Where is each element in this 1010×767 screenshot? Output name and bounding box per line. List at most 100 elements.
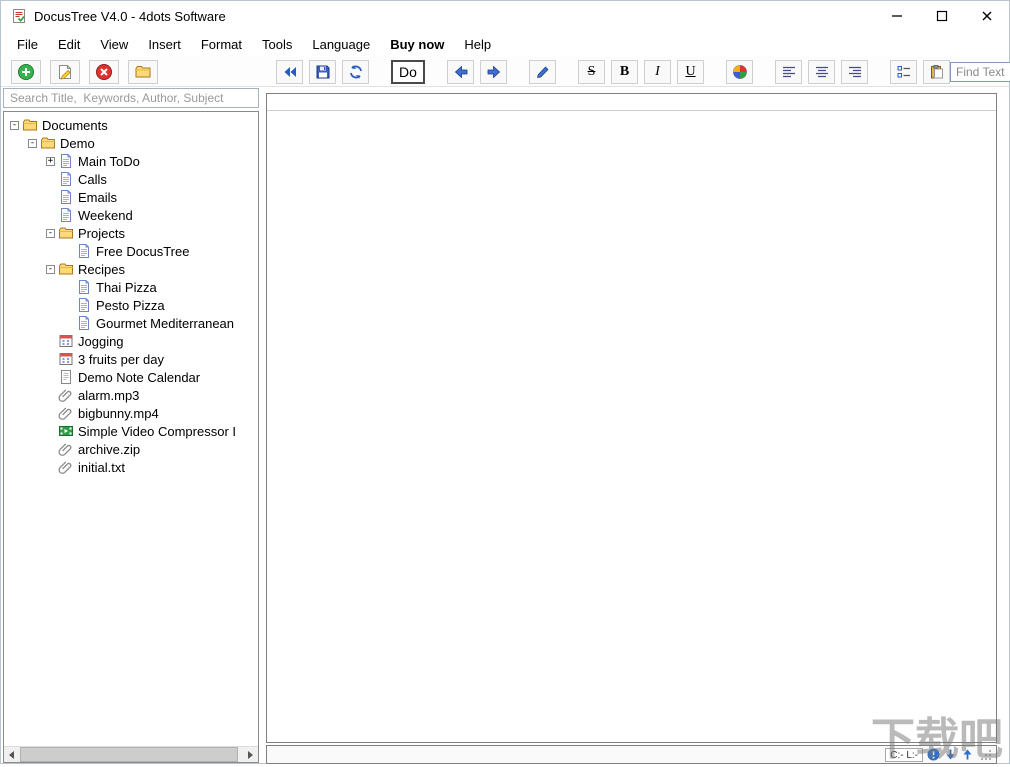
tree-item-label: Pesto Pizza (96, 297, 165, 313)
toolbar-separator (562, 71, 572, 72)
horizontal-scrollbar[interactable] (4, 746, 258, 762)
cursor-position-indicator: C:- L:- (885, 747, 923, 762)
editor-body[interactable] (267, 111, 996, 759)
status-icons (927, 748, 974, 761)
find-text-input[interactable] (950, 61, 1010, 82)
close-button[interactable] (964, 1, 1009, 31)
strikethrough-button[interactable]: S (578, 59, 605, 84)
tree-item-projects[interactable]: - Projects (4, 224, 258, 242)
menu-item-insert[interactable]: Insert (138, 34, 191, 55)
scroll-left-arrow-icon[interactable] (4, 747, 20, 762)
tree-item-main-todo[interactable]: + Main ToDo (4, 152, 258, 170)
menu-item-help[interactable]: Help (454, 34, 501, 55)
expander-minus-icon[interactable]: - (10, 120, 19, 130)
edit-item-button[interactable] (50, 59, 80, 84)
menu-item-language[interactable]: Language (302, 34, 380, 55)
tree-item-label: Weekend (78, 207, 133, 223)
menu-item-edit[interactable]: Edit (48, 34, 90, 55)
status-bar: C:- L:- (266, 745, 997, 764)
tree-item-label: Demo Note Calendar (78, 369, 201, 385)
tree-item-label: Recipes (78, 261, 125, 277)
scroll-up-icon[interactable] (961, 748, 974, 761)
tree-item-label: Projects (78, 225, 125, 241)
task-icon (58, 351, 74, 367)
tree-item-alarm-mp3[interactable]: alarm.mp3 (4, 386, 258, 404)
tree-item-calls[interactable]: Calls (4, 170, 258, 188)
document-editor[interactable] (266, 93, 997, 743)
tree-item-3-fruits-per-day[interactable]: 3 fruits per day (4, 350, 258, 368)
editor-title-row[interactable] (267, 94, 996, 111)
menu-item-file[interactable]: File (7, 34, 48, 55)
scroll-right-arrow-icon[interactable] (242, 747, 258, 762)
tree-item-emails[interactable]: Emails (4, 188, 258, 206)
forward-button[interactable] (480, 59, 507, 84)
back-button[interactable] (447, 59, 474, 84)
expander-plus-icon[interactable]: + (46, 156, 55, 166)
collapse-all-button[interactable] (276, 59, 303, 84)
underline-button[interactable]: U (677, 59, 704, 84)
tree-item-label: Jogging (78, 333, 124, 349)
copy-item-button[interactable] (128, 59, 158, 84)
do-button[interactable]: Do (391, 59, 425, 84)
folder-icon (22, 117, 38, 133)
align-left-button[interactable] (775, 59, 802, 84)
minimize-button[interactable] (874, 1, 919, 31)
task-icon (58, 333, 74, 349)
tree-item-documents[interactable]: - Documents (4, 116, 258, 134)
edit-pen-button[interactable] (529, 59, 556, 84)
document-icon (76, 315, 92, 331)
scroll-down-icon[interactable] (944, 748, 957, 761)
menu-item-view[interactable]: View (90, 34, 138, 55)
document-icon (76, 279, 92, 295)
folder-icon (58, 225, 74, 241)
bold-button[interactable]: B (611, 59, 638, 84)
sidebar: -Documents-Demo+Main ToDoCallsEmails Week… (3, 87, 259, 765)
bold-button-glyph: B (619, 63, 630, 79)
menu-item-format[interactable]: Format (191, 34, 252, 55)
add-item-button[interactable] (11, 59, 41, 84)
menu-item-buy-now[interactable]: Buy now (380, 34, 454, 55)
resize-grip-icon[interactable] (980, 749, 992, 761)
folder-icon (40, 135, 56, 151)
maximize-button[interactable] (919, 1, 964, 31)
align-center-button[interactable] (808, 59, 835, 84)
tree-item-jogging[interactable]: Jogging (4, 332, 258, 350)
delete-item-button[interactable] (89, 59, 119, 84)
italic-button[interactable]: I (644, 59, 671, 84)
attachment-icon (58, 405, 74, 421)
expander-minus-icon[interactable]: - (28, 138, 37, 148)
checklist-button[interactable] (890, 59, 917, 84)
document-icon (58, 153, 74, 169)
tree-item-pesto-pizza[interactable]: Pesto Pizza (4, 296, 258, 314)
paste-button[interactable] (923, 59, 950, 84)
tree-item-archive-zip[interactable]: archive.zip (4, 440, 258, 458)
scrollbar-thumb[interactable] (20, 747, 238, 762)
tree-item-bigbunny-mp4[interactable]: bigbunny.mp4 (4, 404, 258, 422)
tree-item-demo-note-calendar[interactable]: Demo Note Calendar (4, 368, 258, 386)
save-button[interactable] (309, 59, 336, 84)
tree-item-weekend[interactable]: Weekend (4, 206, 258, 224)
toolbar-separator (431, 71, 441, 72)
toolbar-separator (375, 71, 385, 72)
folder-icon (58, 261, 74, 277)
refresh-button[interactable] (342, 59, 369, 84)
info-circle-icon[interactable] (927, 748, 940, 761)
tree-item-initial-txt[interactable]: initial.txt (4, 458, 258, 476)
expander-minus-icon[interactable]: - (46, 264, 55, 274)
tree-item-label: archive.zip (78, 441, 141, 457)
menu-item-tools[interactable]: Tools (252, 34, 302, 55)
underline-button-glyph: U (685, 63, 696, 79)
align-right-button[interactable] (841, 59, 868, 84)
tree-item-demo[interactable]: - Demo (4, 134, 258, 152)
expander-minus-icon[interactable]: - (46, 228, 55, 238)
font-color-button[interactable] (726, 59, 753, 84)
tree-item-gourmet-mediterranean[interactable]: Gourmet Mediterranean (4, 314, 258, 332)
tree-item-label: Free DocusTree (96, 243, 190, 259)
sidebar-search-input[interactable] (3, 88, 259, 108)
tree-item-recipes[interactable]: - Recipes (4, 260, 258, 278)
tree-item-thai-pizza[interactable]: Thai Pizza (4, 278, 258, 296)
tree-item-label: Emails (78, 189, 118, 205)
tree-item-simple-video-compressor-i[interactable]: Simple Video Compressor I (4, 422, 258, 440)
tree-item-free-docustree[interactable]: Free DocusTree (4, 242, 258, 260)
attachment-icon (58, 441, 74, 457)
